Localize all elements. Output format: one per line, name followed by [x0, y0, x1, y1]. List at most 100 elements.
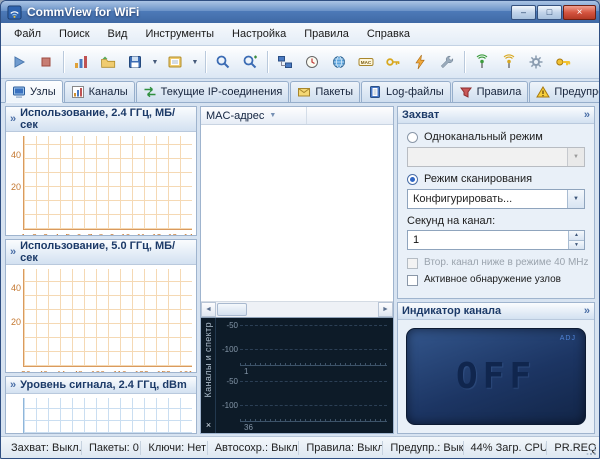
secondary-channel-label: Втор. канал ниже в режиме 40 MHz — [424, 257, 589, 269]
node-table-body[interactable] — [201, 125, 393, 301]
gear-icon — [528, 54, 544, 70]
x-axis-ticks: 1234567891011121314 — [21, 232, 193, 236]
minimize-button[interactable]: – — [511, 5, 536, 20]
usage-24ghz-section: » Использование, 2.4 ГГц, МБ/сек 40 20 1… — [5, 106, 197, 236]
save-log-dropdown[interactable]: ▼ — [149, 49, 161, 75]
node-list-button[interactable] — [272, 49, 298, 75]
scanner-radio[interactable] — [407, 174, 418, 185]
view-statistics-button[interactable] — [68, 49, 94, 75]
section-title: Захват — [402, 109, 439, 121]
channel-indicator-header[interactable]: Индикатор канала » — [398, 303, 594, 320]
find-button[interactable] — [210, 49, 236, 75]
tab-log-files[interactable]: Log-файлы — [361, 81, 451, 102]
column-mac-address[interactable]: MAC-адрес ▼ — [201, 107, 307, 124]
tab-nodes[interactable]: Узлы — [5, 80, 63, 103]
status-rules: Правила: Выкл — [299, 441, 383, 455]
scanner-select[interactable]: Конфигурировать... ▼ — [407, 189, 585, 209]
tabstrip: Узлы Каналы Текущие IP-соединения Пакеты… — [1, 79, 599, 103]
gridline — [240, 381, 387, 382]
log-viewer-button[interactable] — [162, 49, 188, 75]
web-lookup-button[interactable] — [326, 49, 352, 75]
dropdown-arrow-icon[interactable]: ▼ — [567, 190, 584, 208]
open-log-button[interactable] — [95, 49, 121, 75]
stop-capture-button[interactable] — [33, 49, 59, 75]
spinner-buttons: ▲ ▼ — [568, 231, 584, 249]
scrollbar-track[interactable] — [248, 302, 378, 317]
spectrum-close-icon[interactable]: × — [203, 420, 214, 431]
secondary-channel-checkbox[interactable] — [407, 258, 418, 269]
capture-header[interactable]: Захват » — [398, 107, 594, 124]
clock-icon — [304, 54, 320, 70]
active-discovery-checkbox[interactable] — [407, 275, 418, 286]
packet-generator-button[interactable] — [407, 49, 433, 75]
seconds-per-channel-spinner[interactable]: 1 ▲ ▼ — [407, 230, 585, 250]
spin-up-icon[interactable]: ▲ — [569, 231, 584, 241]
mac-aliases-button[interactable]: MAC — [353, 49, 379, 75]
collapse-chevron-icon[interactable]: » — [584, 109, 590, 121]
menu-settings[interactable]: Настройка — [223, 25, 295, 43]
tab-ip-connections[interactable]: Текущие IP-соединения — [136, 81, 290, 102]
antenna-green-icon — [474, 54, 490, 70]
scroll-right-button[interactable]: ► — [378, 302, 393, 317]
y-tick: -50 — [218, 377, 238, 386]
menu-view[interactable]: Вид — [99, 25, 137, 43]
encryption-keys-button[interactable] — [380, 49, 406, 75]
menu-file[interactable]: Файл — [5, 25, 50, 43]
start-capture-button[interactable] — [6, 49, 32, 75]
key-manager-button[interactable] — [550, 49, 576, 75]
spinner-value[interactable]: 1 — [408, 231, 568, 249]
spin-down-icon[interactable]: ▼ — [569, 241, 584, 250]
tab-label: Log-файлы — [386, 86, 444, 98]
x-axis-ticks — [240, 419, 387, 422]
menu-search[interactable]: Поиск — [50, 25, 98, 43]
menubar: Файл Поиск Вид Инструменты Настройка Пра… — [1, 23, 599, 46]
single-channel-radio[interactable] — [407, 132, 418, 143]
maximize-button[interactable]: □ — [537, 5, 562, 20]
left-chart-column: » Использование, 2.4 ГГц, МБ/сек 40 20 1… — [5, 106, 197, 434]
status-packets: Пакеты: 0 — [82, 441, 141, 455]
globe-icon — [331, 54, 347, 70]
tab-packets[interactable]: Пакеты — [290, 81, 360, 102]
active-discovery-checkbox-row: Активное обнаружение узлов — [407, 274, 585, 286]
gridline — [240, 349, 387, 350]
app-window: CommView for WiFi – □ × Файл Поиск Вид И… — [0, 0, 600, 459]
tab-alerts[interactable]: Предупреждения — [529, 81, 600, 102]
save-log-button[interactable] — [122, 49, 148, 75]
gridline — [240, 405, 387, 406]
usage-24ghz-header[interactable]: » Использование, 2.4 ГГц, МБ/сек — [6, 107, 196, 132]
resize-grip[interactable] — [586, 445, 597, 456]
access-point-button[interactable] — [469, 49, 495, 75]
titlebar: CommView for WiFi – □ × — [1, 1, 599, 23]
spectrum-plot — [240, 379, 387, 422]
gridline — [240, 325, 387, 326]
scanner-radio-row: Режим сканирования — [407, 173, 585, 185]
options-button[interactable] — [434, 49, 460, 75]
horizontal-scrollbar: ◄ ► — [201, 301, 393, 317]
mac-badge-icon: MAC — [358, 54, 374, 70]
status-autosave: Автосохр.: Выкл. — [208, 441, 300, 455]
collapse-chevron-icon[interactable]: » — [10, 246, 16, 258]
bar-chart-icon — [71, 85, 85, 99]
collapse-chevron-icon[interactable]: » — [10, 113, 16, 125]
signal-24ghz-header[interactable]: » Уровень сигнала, 2.4 ГГц, dBm — [6, 377, 196, 394]
scheduler-button[interactable] — [299, 49, 325, 75]
y-tick: 20 — [7, 317, 21, 327]
menu-help[interactable]: Справка — [358, 25, 419, 43]
menu-rules[interactable]: Правила — [295, 25, 358, 43]
scanner-label: Режим сканирования — [424, 173, 532, 185]
close-button[interactable]: × — [563, 5, 596, 20]
find-next-button[interactable] — [237, 49, 263, 75]
menu-tools[interactable]: Инструменты — [136, 25, 223, 43]
station-button[interactable] — [496, 49, 522, 75]
scrollbar-thumb[interactable] — [217, 303, 247, 316]
usage-5ghz-header[interactable]: » Использование, 5.0 ГГц, МБ/сек — [6, 240, 196, 265]
spectrum-pane-tab[interactable]: Каналы и спектр — [203, 322, 213, 398]
tab-channels[interactable]: Каналы — [64, 81, 135, 102]
tab-rules[interactable]: Правила — [452, 81, 529, 102]
y-tick: -100 — [218, 401, 238, 410]
scroll-left-button[interactable]: ◄ — [201, 302, 216, 317]
collapse-chevron-icon[interactable]: » — [10, 379, 16, 391]
settings-button[interactable] — [523, 49, 549, 75]
collapse-chevron-icon[interactable]: » — [584, 305, 590, 317]
log-viewer-dropdown[interactable]: ▼ — [189, 49, 201, 75]
